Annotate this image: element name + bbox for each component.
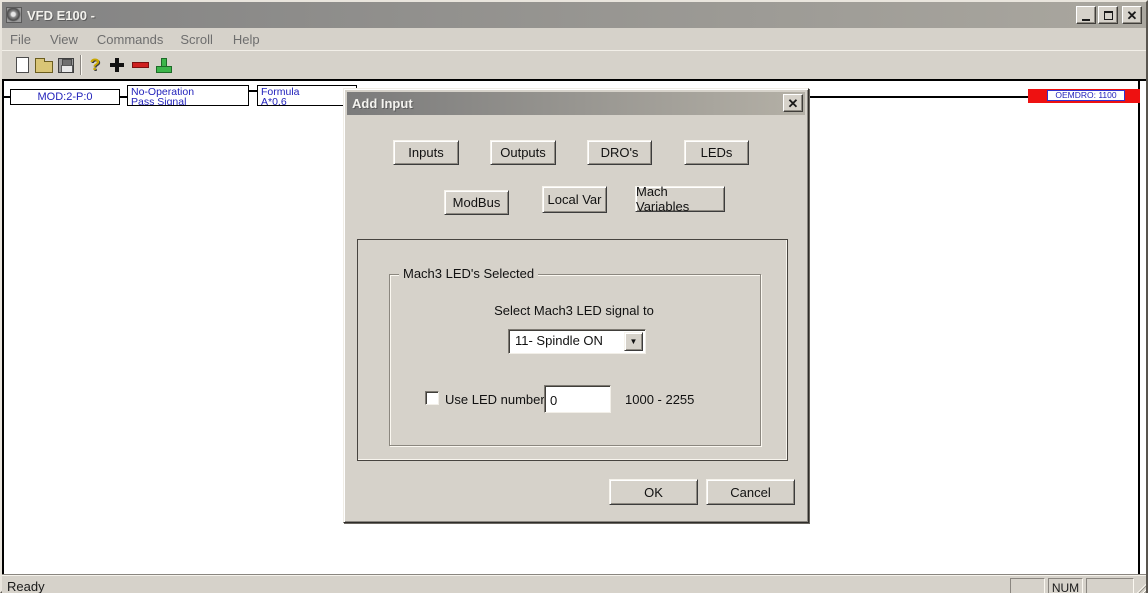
combobox-dropdown-button[interactable]: ▼ xyxy=(624,332,643,351)
resize-grip[interactable] xyxy=(1133,582,1146,593)
maximize-icon xyxy=(1103,10,1113,20)
open-file-button[interactable] xyxy=(33,54,55,76)
title-bar: VFD E100 - ✕ xyxy=(2,2,1146,28)
save-icon xyxy=(58,57,74,73)
help-button[interactable]: ? xyxy=(84,54,106,76)
app-icon xyxy=(6,7,22,23)
ladder-left-rail xyxy=(2,81,4,574)
ok-button[interactable]: OK xyxy=(609,479,698,505)
use-led-number-label: Use LED number xyxy=(445,392,545,407)
window-title: VFD E100 - xyxy=(27,7,95,23)
ladder-oemdro-label: OEMDRO: 1100 xyxy=(1047,90,1125,101)
menu-commands[interactable]: Commands xyxy=(97,30,163,49)
mach-variables-button[interactable]: Mach Variables xyxy=(635,184,725,214)
cancel-button[interactable]: Cancel xyxy=(706,479,795,505)
menu-scroll[interactable]: Scroll xyxy=(180,30,213,49)
dialog-close-icon: ✕ xyxy=(787,95,799,111)
mach3-leds-groupbox: Mach3 LED's Selected xyxy=(389,266,761,446)
select-led-label: Select Mach3 LED signal to xyxy=(494,303,654,318)
remove-element-button[interactable] xyxy=(129,54,151,76)
ladder-module-label: MOD:2-P:0 xyxy=(37,91,93,103)
ladder-operation-box[interactable]: No-Operation Pass Signal xyxy=(127,85,249,106)
ladder-formula-line2: A*0.6 xyxy=(261,96,287,106)
led-signal-combobox[interactable]: 11- Spindle ON ▼ xyxy=(508,329,646,354)
close-button[interactable]: ✕ xyxy=(1122,6,1142,24)
leds-button[interactable]: LEDs xyxy=(684,140,749,165)
dros-button[interactable]: DRO's xyxy=(587,140,652,165)
groupbox-legend: Mach3 LED's Selected xyxy=(399,266,539,281)
toolbar: ? xyxy=(2,50,1146,79)
inputs-button[interactable]: Inputs xyxy=(393,140,459,165)
status-pane-scroll xyxy=(1086,578,1134,593)
new-document-button[interactable] xyxy=(11,54,33,76)
add-input-dialog: Add Input ✕ Inputs Outputs DRO's LEDs Mo… xyxy=(343,88,809,523)
ladder-formula-box[interactable]: Formula A*0.6 xyxy=(257,85,357,106)
menu-view[interactable]: View xyxy=(50,30,78,49)
modbus-button[interactable]: ModBus xyxy=(444,190,509,215)
menu-help[interactable]: Help xyxy=(233,30,260,49)
ladder-wire xyxy=(249,90,257,92)
plus-icon xyxy=(110,58,124,72)
close-icon: ✕ xyxy=(1126,7,1138,23)
dialog-title: Add Input xyxy=(352,96,413,111)
open-folder-icon xyxy=(35,58,53,73)
led-number-input[interactable] xyxy=(544,385,611,413)
status-pane-caps xyxy=(1010,578,1045,593)
status-bar: Ready NUM xyxy=(2,575,1146,593)
status-message: Ready xyxy=(7,579,45,593)
add-element-button[interactable] xyxy=(106,54,128,76)
status-pane-num: NUM xyxy=(1048,578,1083,593)
minus-icon xyxy=(131,62,149,68)
outputs-button[interactable]: Outputs xyxy=(490,140,556,165)
minimize-button[interactable] xyxy=(1076,6,1096,24)
ladder-right-rail xyxy=(1138,81,1140,574)
ladder-module-box[interactable]: MOD:2-P:0 xyxy=(10,89,120,105)
led-range-label: 1000 - 2255 xyxy=(625,392,695,407)
help-icon: ? xyxy=(89,55,101,74)
local-var-button[interactable]: Local Var xyxy=(542,186,607,213)
new-document-icon xyxy=(15,57,29,73)
menu-file[interactable]: File xyxy=(10,30,31,49)
menu-bar: File View Commands Scroll Help xyxy=(2,28,1146,50)
ladder-operation-line2: Pass Signal xyxy=(131,96,187,106)
maximize-button[interactable] xyxy=(1098,6,1118,24)
dialog-title-bar: Add Input xyxy=(347,92,805,115)
app-window: VFD E100 - ✕ File View Commands Scroll H… xyxy=(0,0,1148,593)
ladder-oemdro-box[interactable]: OEMDRO: 1100 xyxy=(1028,89,1140,103)
save-button[interactable] xyxy=(55,54,77,76)
ground-element-button[interactable] xyxy=(152,54,174,76)
chevron-down-icon: ▼ xyxy=(629,337,638,346)
ground-icon xyxy=(155,58,172,73)
toolbar-separator xyxy=(80,55,82,75)
dialog-close-button[interactable]: ✕ xyxy=(783,94,803,112)
minimize-icon xyxy=(1082,18,1090,21)
use-led-number-checkbox[interactable] xyxy=(425,391,439,405)
